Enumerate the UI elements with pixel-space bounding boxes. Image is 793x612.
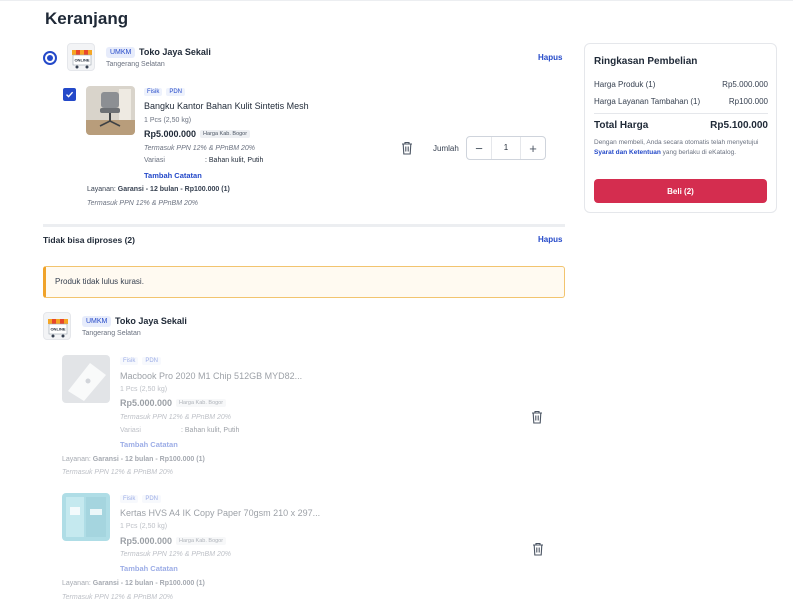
umkm-badge: UMKM bbox=[106, 47, 136, 58]
shop-logo-2-text: ONLINE bbox=[50, 327, 65, 332]
item-checkbox[interactable] bbox=[63, 88, 76, 101]
service-row-3: Layanan: Garansi - 12 bulan - Rp100.000 … bbox=[62, 580, 205, 587]
shop-name[interactable]: Toko Jaya Sekali bbox=[139, 47, 211, 57]
product-name[interactable]: Bangku Kantor Bahan Kulit Sintetis Mesh bbox=[144, 101, 309, 111]
product-tax-note-2: Termasuk PPN 12% & PPnBM 20% bbox=[120, 414, 232, 421]
summary-terms-note: Dengan membeli, Anda secara otomatis tel… bbox=[594, 138, 770, 158]
variant-label: Variasi bbox=[144, 157, 165, 164]
add-note-link[interactable]: Tambah Catatan bbox=[144, 171, 202, 180]
summary-row-product-value: Rp5.000.000 bbox=[722, 80, 768, 89]
buy-button[interactable]: Beli (2) bbox=[594, 179, 767, 203]
product-name-3[interactable]: Kertas HVS A4 IK Copy Paper 70gsm 210 x … bbox=[120, 508, 320, 518]
service-label-3: Layanan: bbox=[62, 580, 91, 587]
service-tax-note-2: Termasuk PPN 12% & PPnBM 20% bbox=[62, 469, 174, 476]
shop-logo-text: ONLINE bbox=[74, 58, 89, 63]
product-tags-3: Fisik PDN bbox=[120, 495, 162, 503]
check-icon bbox=[66, 91, 74, 98]
service-tax-note: Termasuk PPN 12% & PPnBM 20% bbox=[87, 200, 199, 207]
variant-label-2: Variasi bbox=[120, 427, 141, 434]
summary-row-product: Harga Produk (1) Rp5.000.000 bbox=[594, 80, 768, 89]
unprocessable-title: Tidak bisa diproses (2) bbox=[43, 235, 135, 245]
section-divider bbox=[43, 224, 565, 227]
summary-total-label: Total Harga bbox=[594, 120, 649, 131]
delete-shop-button[interactable]: Hapus bbox=[538, 53, 562, 62]
service-row-2: Layanan: Garansi - 12 bulan - Rp100.000 … bbox=[62, 456, 205, 463]
page-title: Keranjang bbox=[45, 9, 129, 28]
product-tax-note: Termasuk PPN 12% & PPnBM 20% bbox=[144, 145, 256, 152]
summary-row-service: Harga Layanan Tambahan (1) Rp100.000 bbox=[594, 97, 768, 106]
price-region-tag-2: Harga Kab. Bogor bbox=[176, 399, 227, 407]
product-qty-weight-2: 1 Pcs (2,50 kg) bbox=[120, 386, 168, 393]
terms-link[interactable]: Syarat dan Ketentuan bbox=[594, 149, 661, 156]
tag-pdn-2: PDN bbox=[142, 357, 162, 365]
summary-row-service-label: Harga Layanan Tambahan (1) bbox=[594, 97, 701, 106]
shop-location-2: Tangerang Selatan bbox=[82, 330, 141, 337]
service-value: Garansi - 12 bulan - Rp100.000 (1) bbox=[117, 186, 230, 193]
trash-icon[interactable] bbox=[401, 141, 413, 160]
product-price-3: Rp5.000.000 bbox=[120, 536, 173, 546]
product-qty-weight: 1 Pcs (2,50 kg) bbox=[144, 117, 192, 124]
service-value-3: Garansi - 12 bulan - Rp100.000 (1) bbox=[92, 580, 205, 587]
product-image-chair[interactable] bbox=[86, 86, 135, 135]
add-note-link-3[interactable]: Tambah Catatan bbox=[120, 564, 178, 573]
variant-value-2: : Bahan kulit, Putih bbox=[181, 427, 240, 434]
service-tax-note-3: Termasuk PPN 12% & PPnBM 20% bbox=[62, 594, 174, 601]
add-note-link-2[interactable]: Tambah Catatan bbox=[120, 440, 178, 449]
tag-pdn-3: PDN bbox=[142, 495, 162, 503]
service-label: Layanan: bbox=[87, 186, 116, 193]
shop-logo-2: ONLINE bbox=[43, 312, 71, 340]
shop-name-2[interactable]: Toko Jaya Sekali bbox=[115, 316, 187, 326]
product-tags-2: Fisik PDN bbox=[120, 357, 162, 365]
shop-location: Tangerang Selatan bbox=[106, 61, 165, 68]
summary-row-product-label: Harga Produk (1) bbox=[594, 80, 656, 89]
product-price-row-2: Rp5.000.000 Harga Kab. Bogor bbox=[120, 398, 227, 408]
top-divider bbox=[0, 0, 793, 1]
curation-alert: Produk tidak lulus kurasi. bbox=[43, 266, 565, 298]
tag-fisik: Fisik bbox=[144, 88, 163, 96]
delete-unprocessable-button[interactable]: Hapus bbox=[538, 235, 562, 244]
product-qty-weight-3: 1 Pcs (2,50 kg) bbox=[120, 523, 168, 530]
purchase-summary-card: Ringkasan Pembelian Harga Produk (1) Rp5… bbox=[584, 43, 777, 213]
product-tax-note-3: Termasuk PPN 12% & PPnBM 20% bbox=[120, 551, 232, 558]
service-row: Layanan: Garansi - 12 bulan - Rp100.000 … bbox=[87, 186, 230, 193]
quantity-value[interactable]: 1 bbox=[491, 137, 521, 159]
product-image-macbook[interactable] bbox=[62, 355, 110, 403]
tag-fisik-3: Fisik bbox=[120, 495, 139, 503]
trash-icon-3[interactable] bbox=[532, 542, 544, 561]
product-name-2[interactable]: Macbook Pro 2020 M1 Chip 512GB MYD82... bbox=[120, 371, 302, 381]
summary-total-value: Rp5.100.000 bbox=[710, 120, 768, 131]
product-price-row-3: Rp5.000.000 Harga Kab. Bogor bbox=[120, 536, 227, 546]
shop-select-radio[interactable] bbox=[43, 51, 57, 65]
variant-value: : Bahan kulit, Putih bbox=[205, 157, 264, 164]
product-price-2: Rp5.000.000 bbox=[120, 398, 173, 408]
product-price-row: Rp5.000.000 Harga Kab. Bogor bbox=[144, 129, 251, 139]
minus-button[interactable]: − bbox=[467, 137, 491, 159]
terms-note-before: Dengan membeli, Anda secara otomatis tel… bbox=[594, 139, 759, 146]
terms-note-after: yang berlaku di eKatalog. bbox=[662, 149, 736, 156]
summary-title: Ringkasan Pembelian bbox=[594, 56, 698, 67]
quantity-label: Jumlah bbox=[433, 144, 459, 153]
tag-fisik-2: Fisik bbox=[120, 357, 139, 365]
service-value-2: Garansi - 12 bulan - Rp100.000 (1) bbox=[92, 456, 205, 463]
umkm-badge-2: UMKM bbox=[82, 316, 112, 327]
product-tags: Fisik PDN bbox=[144, 88, 186, 96]
price-region-tag-3: Harga Kab. Bogor bbox=[176, 537, 227, 545]
price-region-tag: Harga Kab. Bogor bbox=[200, 130, 251, 138]
summary-divider bbox=[594, 113, 768, 114]
summary-total: Total Harga Rp5.100.000 bbox=[594, 120, 768, 131]
product-price: Rp5.000.000 bbox=[144, 129, 197, 139]
quantity-stepper[interactable]: − 1 + bbox=[466, 136, 546, 160]
product-image-paper[interactable] bbox=[62, 493, 110, 541]
summary-row-service-value: Rp100.000 bbox=[728, 97, 768, 106]
plus-button[interactable]: + bbox=[521, 137, 545, 159]
service-label-2: Layanan: bbox=[62, 456, 91, 463]
tag-pdn: PDN bbox=[166, 88, 186, 96]
shop-logo: ONLINE bbox=[67, 43, 95, 71]
trash-icon-2[interactable] bbox=[531, 410, 543, 429]
